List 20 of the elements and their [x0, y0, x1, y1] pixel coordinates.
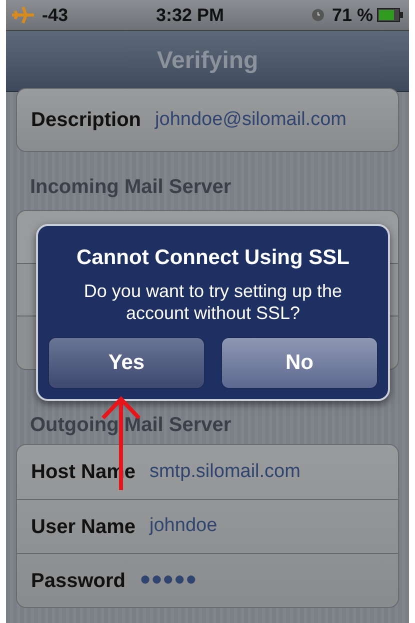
field-value[interactable]: smtp.silomail.com: [149, 458, 300, 486]
airplane-icon: [12, 6, 34, 24]
alert-button[interactable]: Yes: [48, 336, 205, 388]
battery-icon: [376, 8, 403, 22]
section-header: Incoming Mail Server: [29, 175, 232, 200]
section-header: Outgoing Mail Server: [29, 413, 232, 438]
field-value[interactable]: johndoe: [150, 512, 218, 541]
field-label: Description: [31, 108, 142, 133]
field-label: User Name: [31, 514, 136, 540]
clock-icon: [312, 9, 324, 21]
alert-button[interactable]: No: [221, 336, 378, 388]
signal-strength: -43: [42, 4, 68, 26]
clock-time: 3:32 PM: [156, 4, 224, 26]
navigation-title: Verifying: [156, 46, 258, 76]
field-label: Password: [31, 568, 126, 594]
field-value[interactable]: ●●●●●: [139, 566, 197, 595]
battery-percent: 71 %: [332, 4, 373, 26]
field-value[interactable]: johndoe@silomail.com: [155, 106, 346, 134]
alert-message: Do you want to try setting up the account without SSL?: [82, 280, 344, 324]
alert-title: Cannot Connect Using SSL: [76, 245, 350, 271]
